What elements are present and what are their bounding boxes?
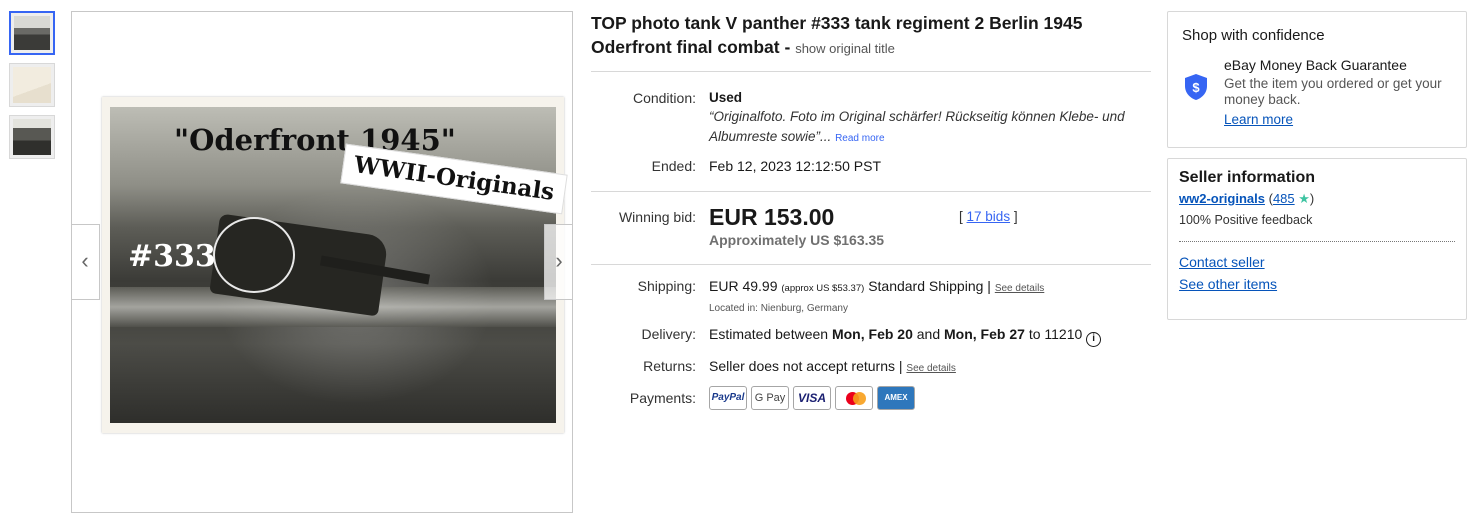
- show-original-title-link[interactable]: show original title: [795, 41, 895, 56]
- listing-title: TOP photo tank V panther #333 tank regim…: [591, 11, 1151, 61]
- delivery-label: Delivery:: [641, 326, 696, 342]
- next-image-button[interactable]: ›: [544, 224, 572, 300]
- delivery-end: Mon, Feb 27: [944, 326, 1025, 342]
- condition-quote: “Originalfoto. Foto im Original schärfer…: [709, 109, 1125, 144]
- shipping-price: EUR 49.99: [709, 278, 778, 294]
- main-image[interactable]: "Oderfront 1945" #333 WWII-Originals ‹ ›: [71, 11, 573, 513]
- seller-information-panel: Seller information ww2-originals (485 ★)…: [1167, 158, 1467, 320]
- seller-name-link[interactable]: ww2-originals: [1179, 191, 1265, 206]
- chevron-right-icon: ›: [555, 248, 563, 273]
- thumbnail-strip: [9, 11, 55, 167]
- delivery-row: Delivery: Estimated between Mon, Feb 20 …: [591, 325, 1151, 347]
- shipping-label: Shipping:: [637, 278, 696, 294]
- returns-label: Returns:: [643, 358, 696, 374]
- condition-value: Used: [709, 90, 743, 105]
- confidence-heading: Shop with confidence: [1182, 27, 1325, 44]
- approx-price: Approximately US $163.35: [709, 232, 885, 248]
- thumbnail-1[interactable]: [9, 11, 55, 55]
- thumbnail-3[interactable]: [9, 115, 55, 159]
- thumbnail-2[interactable]: [9, 63, 55, 107]
- shipping-see-details-link[interactable]: See details: [995, 283, 1044, 294]
- winning-bid-row: Winning bid: EUR 153.00 Approximately US…: [591, 204, 1151, 249]
- guarantee-description: Get the item you ordered or get your mon…: [1224, 76, 1442, 107]
- ended-row: Ended: Feb 12, 2023 12:12:50 PST: [591, 157, 1151, 175]
- item-location: Located in: Nienburg, Germany: [709, 303, 848, 314]
- guarantee-title: eBay Money Back Guarantee: [1224, 57, 1407, 73]
- payment-methods: PayPal G Pay VISA AMEX: [709, 386, 915, 410]
- payments-row: Payments: PayPal G Pay VISA AMEX: [591, 386, 1151, 410]
- delivery-prefix: Estimated between: [709, 326, 829, 342]
- paypal-icon: PayPal: [709, 386, 747, 410]
- ended-value: Feb 12, 2023 12:12:50 PST: [709, 158, 882, 174]
- bids-bracket-close: ]: [1013, 209, 1018, 224]
- payments-label: Payments:: [629, 390, 696, 406]
- photo-number: #333: [128, 239, 216, 274]
- amex-icon: AMEX: [877, 386, 915, 410]
- chevron-left-icon: ‹: [81, 248, 89, 273]
- shield-dollar-icon: $: [1185, 74, 1207, 100]
- condition-row: Condition: Used “Originalfoto. Foto im O…: [591, 89, 1151, 149]
- svg-text:$: $: [1192, 80, 1200, 95]
- returns-row: Returns: Seller does not accept returns …: [591, 357, 1151, 378]
- shop-with-confidence-panel: Shop with confidence $ eBay Money Back G…: [1167, 11, 1467, 148]
- shipping-approx: (approx US $53.37): [781, 283, 865, 294]
- winning-bid-label: Winning bid:: [618, 209, 696, 225]
- read-more-link[interactable]: Read more: [835, 133, 884, 144]
- seller-heading: Seller information: [1179, 169, 1316, 186]
- prev-image-button[interactable]: ‹: [72, 224, 100, 300]
- mastercard-icon: [835, 386, 873, 410]
- bids-bracket-open: [: [959, 209, 963, 224]
- delivery-start: Mon, Feb 20: [831, 326, 913, 342]
- shipping-service: Standard Shipping |: [868, 278, 991, 294]
- contact-seller-link[interactable]: Contact seller: [1179, 254, 1455, 270]
- condition-label: Condition:: [632, 90, 696, 106]
- feedback-count-link[interactable]: 485: [1273, 191, 1295, 206]
- photo-caption: "Oderfront 1945": [174, 123, 456, 157]
- star-icon: ★: [1298, 191, 1310, 206]
- winning-bid-amount: EUR 153.00: [709, 204, 835, 230]
- google-pay-icon: G Pay: [751, 386, 789, 410]
- visa-icon: VISA: [793, 386, 831, 410]
- listing-details: TOP photo tank V panther #333 tank regim…: [591, 11, 1151, 410]
- returns-see-details-link[interactable]: See details: [906, 363, 955, 374]
- info-icon[interactable]: i: [1086, 332, 1102, 347]
- see-other-items-link[interactable]: See other items: [1179, 276, 1455, 292]
- learn-more-link[interactable]: Learn more: [1224, 112, 1452, 127]
- delivery-zip: to 11210: [1028, 326, 1083, 342]
- returns-value: Seller does not accept returns |: [709, 358, 903, 374]
- delivery-and: and: [916, 326, 941, 342]
- shipping-row: Shipping: EUR 49.99 (approx US $53.37) S…: [591, 277, 1151, 318]
- ended-label: Ended:: [651, 158, 696, 174]
- bids-link[interactable]: 17 bids: [967, 209, 1011, 224]
- positive-feedback: 100% Positive feedback: [1179, 213, 1313, 227]
- listing-photo: "Oderfront 1945" #333 WWII-Originals: [102, 97, 568, 433]
